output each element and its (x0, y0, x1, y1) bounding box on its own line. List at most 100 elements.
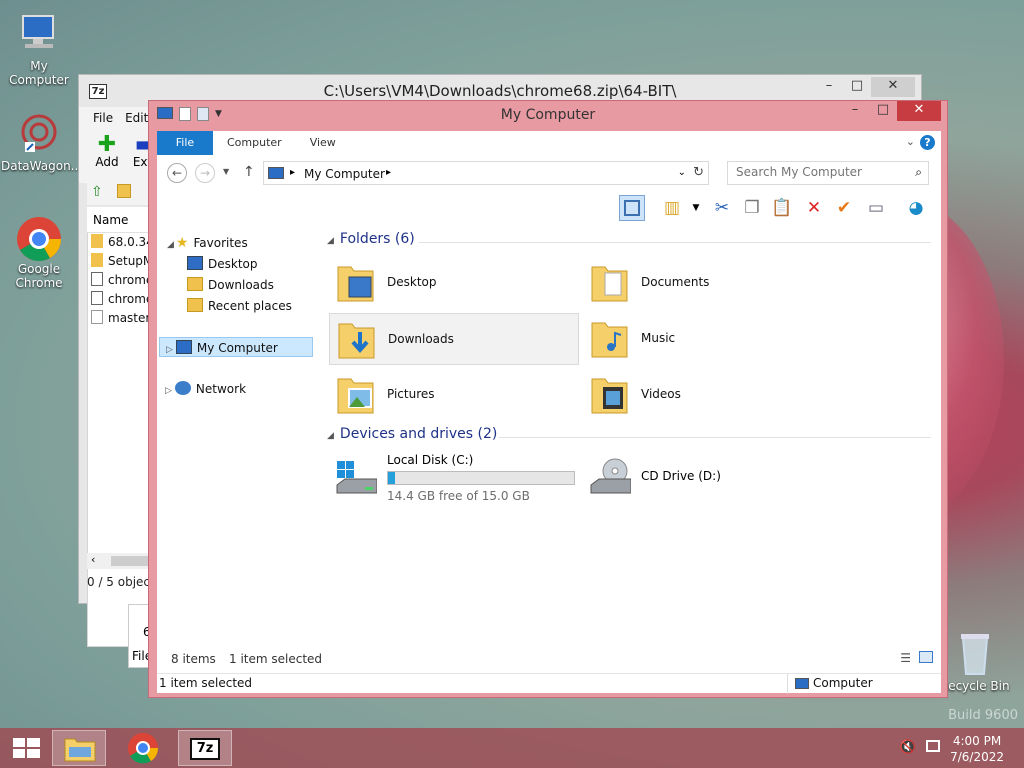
videos-folder-icon (591, 378, 628, 414)
properties-icon[interactable] (179, 107, 191, 121)
drive-cd-d[interactable]: CD Drive (D:) (583, 451, 833, 507)
desktop-icon-datawagon[interactable]: DataWagon... (1, 112, 82, 173)
tab-view[interactable]: View (296, 131, 350, 155)
list-item[interactable]: 68.0.344 (91, 233, 151, 251)
nav-downloads[interactable]: Downloads (187, 275, 274, 295)
address-bar[interactable]: ▸ My Computer ▸ ⌄ ↻ (263, 161, 709, 185)
new-folder-icon[interactable] (197, 107, 209, 121)
details-bar: 1 item selected Computer (157, 673, 941, 694)
close-button[interactable]: ✕ (897, 101, 941, 121)
list-item[interactable]: chrome (91, 271, 151, 289)
delete-icon[interactable]: ✕ (801, 195, 827, 221)
group-title: Devices and drives (2) (339, 426, 498, 442)
chrome-icon (128, 733, 159, 764)
tab-computer[interactable]: Computer (213, 131, 296, 155)
drive-local-disk-c[interactable]: Local Disk (C:) 14.4 GB free of 15.0 GB (329, 451, 579, 507)
recent-locations-icon[interactable]: ▼ (223, 167, 229, 176)
details-view-icon[interactable]: ☰ (900, 651, 911, 665)
check-icon[interactable]: ✔ (831, 195, 857, 221)
explorer-window[interactable]: ▼ My Computer – □ ✕ File Computer View ⌄… (148, 100, 948, 698)
zip-menu-file[interactable]: File (93, 111, 113, 125)
zip-column-name[interactable]: Name (87, 207, 157, 233)
zip-minimize-button[interactable]: – (815, 77, 843, 97)
search-icon[interactable]: ⌕ (915, 165, 922, 180)
downloads-folder-icon (338, 323, 375, 359)
maximize-button[interactable]: □ (869, 101, 897, 121)
paste-icon[interactable]: 📋 (769, 195, 795, 221)
zip-app-icon: 7z (89, 84, 107, 99)
nav-favorites[interactable]: ◢ ★ Favorites (167, 233, 248, 253)
folder-downloads[interactable]: Downloads (329, 313, 579, 365)
navigation-pane: ◢ ★ Favorites Desktop Downloads Recent pla… (157, 225, 327, 645)
cd-drive-icon (590, 458, 631, 494)
desktop-icon-recycle-bin[interactable]: Recycle Bin (937, 632, 1013, 693)
zip-hscrollbar[interactable]: ‹ (87, 553, 157, 569)
nav-desktop[interactable]: Desktop (187, 254, 258, 274)
7zip-icon: 7z (190, 738, 220, 760)
star-icon: ★ (175, 235, 189, 251)
list-item[interactable]: master_ (91, 309, 151, 327)
nav-network[interactable]: ▷ Network (165, 379, 246, 399)
devices-group-header[interactable]: ◢ Devices and drives (2) (327, 426, 931, 448)
desktop-icon-label: My Computer (9, 59, 69, 87)
taskbar-chrome[interactable] (116, 730, 170, 766)
computer-icon (15, 12, 63, 56)
search-input[interactable] (736, 165, 902, 179)
breadcrumb-separator-icon[interactable]: ▸ (290, 167, 295, 178)
large-icons-view-icon[interactable] (919, 651, 933, 663)
explorer-titlebar[interactable]: ▼ My Computer – □ ✕ (149, 101, 947, 129)
music-folder-icon (591, 322, 628, 358)
up-folder-icon[interactable]: ⇧ (91, 184, 103, 200)
folder-documents[interactable]: Documents (583, 257, 833, 309)
ribbon-expand-icon[interactable]: ⌄ (906, 135, 915, 148)
taskbar-7zip[interactable]: 7z (178, 730, 232, 766)
drive-usage-bar (387, 471, 575, 485)
computer-icon[interactable] (157, 107, 173, 119)
minimize-button[interactable]: – (841, 101, 869, 121)
select-folder-icon[interactable]: ▥ (659, 195, 685, 221)
zip-window-title: C:\Users\VM4\Downloads\chrome68.zip\64-B… (323, 82, 677, 100)
drive-usage-fill (388, 472, 396, 484)
breadcrumb-separator-icon[interactable]: ▸ (386, 167, 391, 178)
tab-file[interactable]: File (157, 131, 213, 155)
network-tray-icon[interactable] (926, 740, 940, 752)
desktop-icon-google-chrome[interactable]: Google Chrome (1, 215, 77, 290)
forward-button[interactable]: → (195, 163, 215, 183)
nav-recent-places[interactable]: Recent places (187, 296, 292, 316)
clock-date: 7/6/2022 (950, 750, 1004, 764)
qat-dropdown-icon[interactable]: ▼ (215, 107, 222, 121)
list-item[interactable]: SetupM (91, 252, 151, 270)
copy-icon[interactable]: ❐ (739, 195, 765, 221)
list-item[interactable]: chrome (91, 290, 151, 308)
zip-close-button[interactable]: ✕ (871, 77, 915, 97)
folder-music[interactable]: Music (583, 313, 833, 365)
scroll-left-icon: ‹ (91, 553, 96, 566)
breadcrumb[interactable]: My Computer (304, 167, 385, 181)
clock[interactable]: 4:00 PM 7/6/2022 (950, 733, 1004, 765)
zip-add-button[interactable]: ✚ Add (93, 129, 121, 183)
up-arrow-icon[interactable]: ↑ (243, 164, 255, 180)
refresh-icon[interactable]: ↻ (693, 165, 704, 180)
zip-menu-edit[interactable]: Edit (125, 111, 148, 125)
folders-group-header[interactable]: ◢ Folders (6) (327, 231, 931, 253)
start-button[interactable] (0, 730, 54, 766)
file-icon (91, 310, 103, 324)
folder-videos[interactable]: Videos (583, 369, 833, 421)
taskbar-file-explorer[interactable] (52, 730, 106, 766)
search-box[interactable]: ⌕ (727, 161, 929, 185)
folder-desktop[interactable]: Desktop (329, 257, 579, 309)
desktop-icon-my-computer[interactable]: My Computer (1, 12, 77, 87)
toolbar-dropdown-icon[interactable]: ▼ (683, 195, 709, 221)
folder-pictures[interactable]: Pictures (329, 369, 579, 421)
zip-maximize-button[interactable]: □ (843, 77, 871, 97)
cut-icon[interactable]: ✂ (709, 195, 735, 221)
rename-icon[interactable]: ▭ (863, 195, 889, 221)
help-icon[interactable]: ? (920, 135, 935, 150)
volume-muted-icon[interactable]: 🔇 (900, 740, 916, 755)
back-button[interactable]: ← (167, 163, 187, 183)
preview-pane-icon[interactable] (619, 195, 645, 221)
shell-icon[interactable]: ◕ (903, 195, 929, 221)
address-dropdown-icon[interactable]: ⌄ (678, 167, 686, 178)
nav-my-computer[interactable]: ▷ My Computer (159, 337, 313, 357)
folder-label: Documents (641, 275, 710, 289)
